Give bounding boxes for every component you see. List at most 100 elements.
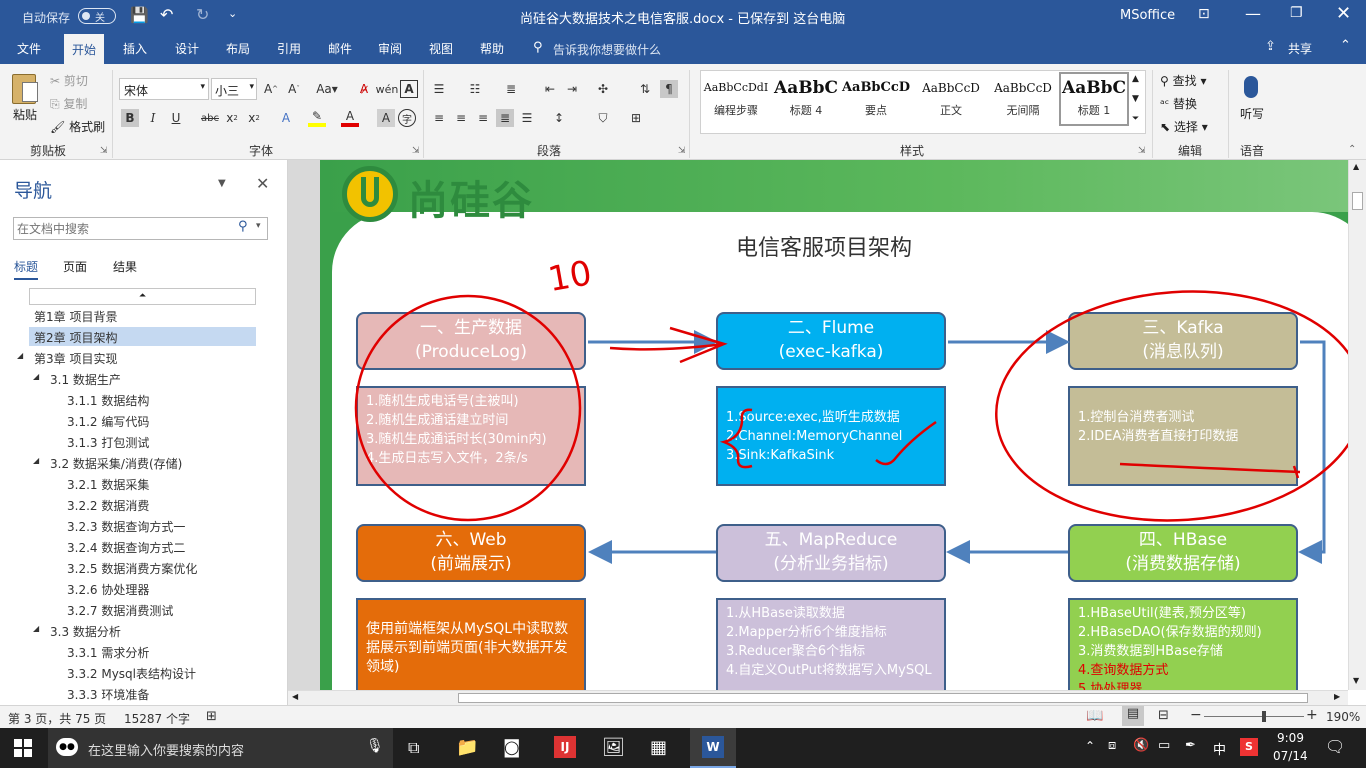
cut-button[interactable]: ✂ 剪切	[50, 72, 88, 89]
tab-file[interactable]: 文件	[17, 40, 41, 57]
microphone-icon[interactable]	[1244, 76, 1258, 98]
nav-heading-item[interactable]: 3.2.3 数据查询方式一	[29, 516, 256, 535]
undo-icon[interactable]: ↶	[160, 5, 173, 24]
tab-pages[interactable]: 页面	[63, 258, 87, 275]
numbering-icon[interactable]: ☷	[466, 80, 484, 98]
tab-references[interactable]: 引用	[277, 40, 301, 57]
tab-insert[interactable]: 插入	[123, 40, 147, 57]
font-launcher-icon[interactable]: ⇲	[412, 146, 420, 156]
find-button[interactable]: ⚲ 查找 ▾	[1160, 72, 1206, 89]
style-item-heading1[interactable]: AaBbC 标题 1	[1059, 72, 1129, 126]
expand-triangle-icon[interactable]: ◢	[33, 372, 39, 381]
font-color-icon[interactable]: A	[341, 109, 359, 127]
customize-qat-icon[interactable]: ⌄	[228, 7, 237, 20]
clipboard-launcher-icon[interactable]: ⇲	[100, 146, 108, 156]
line-spacing-icon[interactable]: ↕	[550, 109, 568, 127]
nav-search-box[interactable]: ⚲ ▾	[13, 217, 268, 240]
zoom-slider[interactable]	[1204, 716, 1304, 717]
expand-triangle-icon[interactable]: ◢	[33, 456, 39, 465]
horizontal-scrollbar[interactable]: ◀ ▶	[288, 690, 1348, 705]
multilevel-list-icon[interactable]: ≣	[502, 80, 520, 98]
image-viewer-icon[interactable]: 🖼	[602, 737, 625, 758]
nav-heading-item[interactable]: 3.1.3 打包测试	[29, 432, 256, 451]
character-border-icon[interactable]: A	[400, 80, 418, 98]
strikethrough-icon[interactable]: abc	[200, 109, 220, 127]
clock-time[interactable]: 9:09	[1277, 731, 1304, 745]
network-icon[interactable]: ⧈	[1108, 738, 1116, 753]
zoom-level[interactable]: 190%	[1326, 710, 1360, 724]
collapse-ribbon-icon[interactable]: ⌃	[1348, 144, 1356, 155]
file-explorer-icon[interactable]: 📁	[456, 737, 478, 758]
ribbon-collapse-icon[interactable]: ⌃	[1340, 38, 1351, 53]
align-center-icon[interactable]: ≡	[452, 109, 470, 127]
save-icon[interactable]: 💾	[130, 6, 149, 24]
minimize-icon[interactable]: —	[1245, 4, 1261, 23]
subscript-icon[interactable]: x2	[223, 109, 241, 127]
font-size-select[interactable]: 小三 ▾	[211, 78, 257, 100]
justify-icon[interactable]: ≣	[496, 109, 514, 127]
horizontal-scroll-thumb[interactable]	[458, 693, 1308, 703]
expand-triangle-icon[interactable]: ◢	[17, 351, 23, 360]
enclose-characters-icon[interactable]: 字	[398, 109, 416, 127]
task-view-icon[interactable]: ⧉	[408, 738, 419, 758]
tab-review[interactable]: 审阅	[378, 40, 402, 57]
input-method[interactable]: 中	[1213, 739, 1226, 758]
vertical-scrollbar[interactable]: ▲ ▼	[1348, 160, 1366, 690]
nav-heading-item[interactable]: 3.2.1 数据采集	[29, 474, 256, 493]
search-icon[interactable]: ⚲	[238, 219, 248, 234]
change-case-icon[interactable]: Aa▾	[314, 80, 340, 98]
tab-help[interactable]: 帮助	[480, 40, 504, 57]
scroll-left-icon[interactable]: ◀	[292, 692, 298, 701]
select-button[interactable]: ⬉ 选择 ▾	[1160, 118, 1208, 135]
notifications-icon[interactable]: 🗨	[1325, 737, 1345, 756]
chevron-down-icon[interactable]: ▾	[256, 221, 261, 231]
nav-heading-item[interactable]: 3.3.1 需求分析	[29, 642, 256, 661]
browser-icon[interactable]: ◙	[503, 737, 520, 758]
grow-font-icon[interactable]: A ^	[262, 80, 280, 98]
pen-icon[interactable]: ✒	[1185, 738, 1196, 753]
document-page[interactable]: 尚硅谷 电信客服项目架构 一、生产数据 (ProduceLog) 1.随机生成电话号…	[320, 160, 1348, 690]
page-count[interactable]: 第 3 页，共 75 页	[8, 710, 106, 727]
align-left-icon[interactable]: ≡	[430, 109, 448, 127]
bold-icon[interactable]: B	[121, 109, 139, 127]
tab-design[interactable]: 设计	[175, 40, 199, 57]
expand-triangle-icon[interactable]: ◢	[33, 624, 39, 633]
autosave-toggle[interactable]: 关	[78, 8, 116, 24]
superscript-icon[interactable]: x2	[245, 109, 263, 127]
read-mode-icon[interactable]: 📖	[1086, 708, 1103, 724]
shrink-font-icon[interactable]: Aˇ	[285, 80, 303, 98]
style-item-key-points[interactable]: AaBbCcD 要点	[841, 74, 911, 126]
share-button[interactable]: 共享	[1288, 40, 1312, 57]
align-right-icon[interactable]: ≡	[474, 109, 492, 127]
character-shading-icon[interactable]: A	[377, 109, 395, 127]
style-item-heading4[interactable]: AaBbC 标题 4	[771, 74, 841, 126]
intellij-icon[interactable]: IJ	[554, 736, 576, 758]
zoom-slider-thumb[interactable]	[1262, 711, 1266, 722]
tab-layout[interactable]: 布局	[226, 40, 250, 57]
copy-button[interactable]: ⎘ 复制	[50, 95, 87, 112]
underline-icon[interactable]: U	[167, 109, 185, 127]
format-painter-button[interactable]: 🖌 格式刷	[50, 118, 105, 135]
nav-heading-item[interactable]: 3.3.3 环境准备	[29, 684, 256, 703]
web-layout-icon[interactable]: ⊟	[1158, 708, 1169, 723]
nav-heading-item[interactable]: 第2章 项目架构	[29, 327, 256, 346]
italic-icon[interactable]: I	[144, 109, 162, 127]
nav-heading-item[interactable]: 3.3.2 Mysql表结构设计	[29, 663, 256, 682]
volume-icon[interactable]: 🔇	[1133, 738, 1149, 753]
nav-heading-item[interactable]: ◢ 3.1 数据生产	[29, 369, 256, 388]
show-marks-icon[interactable]: ¶	[660, 80, 678, 98]
nav-heading-item[interactable]: ◢ 3.2 数据采集/消费(存储)	[29, 453, 256, 472]
shading-icon[interactable]: ⛉	[594, 109, 612, 127]
scroll-up-icon[interactable]: ▲	[1353, 162, 1359, 171]
borders-icon[interactable]: ⊞	[627, 109, 645, 127]
nav-heading-item[interactable]: 3.2.2 数据消费	[29, 495, 256, 514]
zoom-in-icon[interactable]: +	[1306, 707, 1318, 723]
chinese-layout-icon[interactable]: ✣	[594, 80, 612, 98]
tab-view[interactable]: 视图	[429, 40, 453, 57]
highlight-icon[interactable]: ✎	[308, 109, 326, 127]
word-taskbar-button[interactable]: W	[690, 728, 736, 768]
terminal-app-icon[interactable]: ▦	[650, 737, 667, 758]
tab-results[interactable]: 结果	[113, 258, 137, 275]
nav-heading-item[interactable]: 3.2.4 数据查询方式二	[29, 537, 256, 556]
show-hidden-icons-icon[interactable]: ⌃	[1085, 739, 1095, 753]
